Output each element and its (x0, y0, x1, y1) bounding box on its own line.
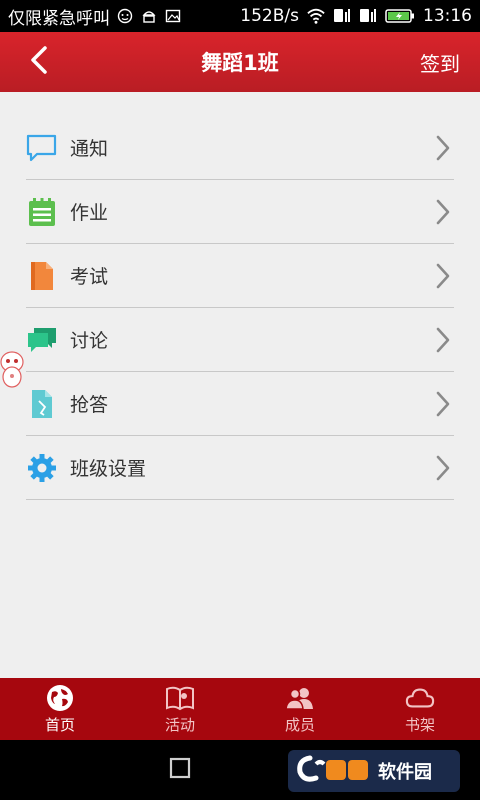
chevron-right-icon (436, 308, 450, 372)
book-icon (165, 684, 195, 712)
emoji-icon (116, 7, 134, 25)
status-bar: 仅限紧急呼叫 152B/s 13:16 (0, 0, 480, 32)
watermark-text: 软件园 (378, 762, 432, 783)
bottom-nav: 首页 活动 成员 书架 (0, 678, 480, 740)
menu-item-discussion[interactable]: 讨论 (26, 308, 454, 372)
main-content: 通知 作业 考试 讨论 抢答 班级设置 (0, 92, 480, 678)
globe-icon (45, 684, 75, 712)
nav-tab-activity[interactable]: 活动 (120, 678, 240, 740)
gear-icon (26, 452, 58, 484)
menu-item-homework[interactable]: 作业 (26, 180, 454, 244)
mascot-icon (0, 350, 26, 390)
chevron-right-icon (436, 180, 450, 244)
back-arrow-icon (29, 45, 49, 79)
sim2-icon (359, 7, 377, 25)
menu-item-notice[interactable]: 通知 (26, 116, 454, 180)
nav-tab-home[interactable]: 首页 (0, 678, 120, 740)
nav-tab-bookshelf[interactable]: 书架 (360, 678, 480, 740)
menu-item-class-settings[interactable]: 班级设置 (26, 436, 454, 500)
nav-tab-label: 活动 (164, 715, 195, 734)
clock: 13:16 (423, 6, 472, 26)
menu-item-label: 作业 (70, 202, 109, 224)
image-icon (164, 7, 182, 25)
app-header: 舞蹈1班 签到 (0, 32, 480, 92)
chevron-right-icon (436, 372, 450, 436)
checkin-button[interactable]: 签到 (420, 32, 460, 92)
menu-item-label: 通知 (70, 138, 109, 160)
wifi-icon (307, 7, 325, 25)
battery-icon (385, 7, 415, 25)
notepad-icon (26, 196, 58, 228)
chevron-right-icon (436, 436, 450, 500)
network-speed: 152B/s (240, 6, 299, 26)
nav-tab-label: 首页 (44, 715, 75, 734)
square-icon (169, 757, 191, 783)
watermark-icon (294, 752, 374, 790)
chat-bubble-icon (26, 132, 58, 164)
chevron-right-icon (436, 244, 450, 308)
quiz-doc-icon (26, 388, 58, 420)
menu-item-quick-answer[interactable]: 抢答 (26, 372, 454, 436)
chevron-right-icon (436, 116, 450, 180)
menu-item-label: 讨论 (70, 330, 109, 352)
recent-apps-button[interactable] (160, 750, 200, 790)
menu-item-label: 班级设置 (70, 458, 147, 480)
menu-item-label: 考试 (70, 266, 109, 288)
members-icon (285, 684, 315, 712)
android-icon (140, 7, 158, 25)
document-icon (26, 260, 58, 292)
menu-item-exam[interactable]: 考试 (26, 244, 454, 308)
carrier-text: 仅限紧急呼叫 (8, 8, 110, 29)
cloud-icon (405, 684, 435, 712)
nav-tab-label: 书架 (404, 715, 435, 734)
back-button[interactable] (14, 32, 64, 92)
watermark-logo: 软件园 (288, 750, 460, 792)
nav-tab-members[interactable]: 成员 (240, 678, 360, 740)
menu-item-label: 抢答 (70, 394, 109, 416)
page-title: 舞蹈1班 (201, 51, 279, 75)
discussion-icon (26, 324, 58, 356)
nav-tab-label: 成员 (284, 715, 315, 734)
menu-list: 通知 作业 考试 讨论 抢答 班级设置 (26, 116, 454, 500)
sim1-icon (333, 7, 351, 25)
